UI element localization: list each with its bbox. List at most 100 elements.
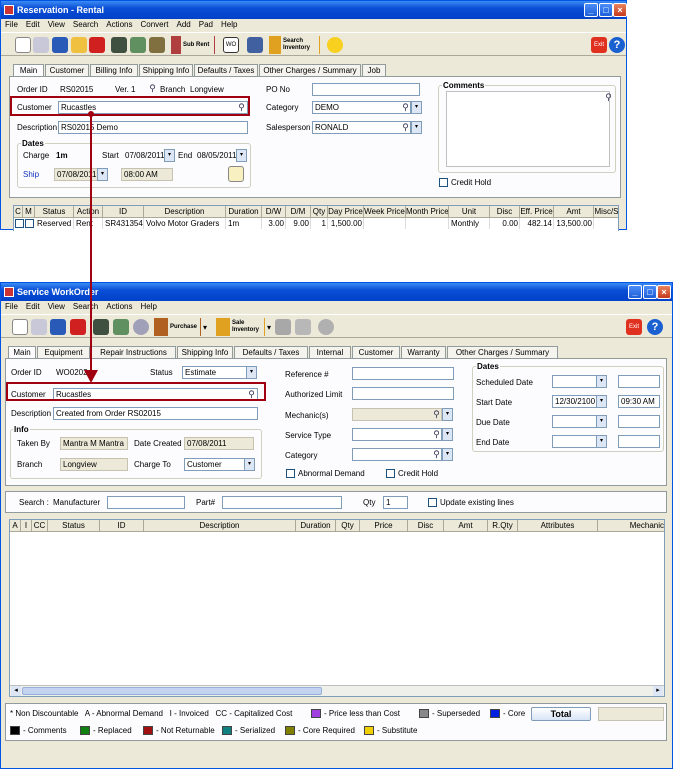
scheduled-date-dropdown[interactable]: ▾ xyxy=(596,375,607,388)
ship-time-field[interactable]: 08:00 AM xyxy=(121,168,173,181)
qty-field[interactable]: 1 xyxy=(383,496,408,509)
col-price[interactable]: Price xyxy=(360,520,408,532)
search-inventory-button[interactable]: Search Inventory xyxy=(268,36,320,54)
col-c[interactable]: C xyxy=(14,206,23,218)
comments-search-icon[interactable]: ⚲ xyxy=(603,92,614,103)
menu-pad[interactable]: Pad xyxy=(195,19,217,31)
col-unit[interactable]: Unit xyxy=(449,206,490,218)
menu-file[interactable]: File xyxy=(1,301,22,313)
equipment-icon[interactable] xyxy=(111,37,127,53)
menu-help[interactable]: Help xyxy=(136,301,160,313)
close-button[interactable]: × xyxy=(657,285,671,299)
purchase-button[interactable]: Purchase xyxy=(153,318,201,336)
category-field[interactable] xyxy=(352,448,442,461)
service-type-dropdown[interactable]: ▾ xyxy=(442,428,453,441)
tab-defaults-taxes[interactable]: Defaults / Taxes xyxy=(194,64,258,76)
category-dropdown[interactable]: ▾ xyxy=(442,448,453,461)
menu-edit[interactable]: Edit xyxy=(22,301,44,313)
update-existing-checkbox[interactable] xyxy=(428,498,437,507)
col-day-price[interactable]: Day Price xyxy=(328,206,364,218)
transfer-icon[interactable] xyxy=(247,37,263,53)
help-icon[interactable]: ? xyxy=(609,37,625,53)
category-field[interactable]: DEMO xyxy=(312,101,411,114)
due-time-field[interactable] xyxy=(618,415,660,428)
col-description[interactable]: Description xyxy=(144,520,296,532)
mechanic-field[interactable] xyxy=(352,408,442,421)
wo-icon[interactable]: WO xyxy=(223,37,239,53)
help-icon[interactable]: ? xyxy=(647,319,663,335)
due-date-dropdown[interactable]: ▾ xyxy=(596,415,607,428)
col-qty[interactable]: Qty xyxy=(336,520,360,532)
menu-edit[interactable]: Edit xyxy=(22,19,44,31)
col-i[interactable]: I xyxy=(21,520,32,532)
exit-icon[interactable]: Exit xyxy=(591,37,607,53)
scroll-left-button[interactable]: ◂ xyxy=(11,686,21,696)
col-amt[interactable]: Amt xyxy=(554,206,594,218)
col-attributes[interactable]: Attributes xyxy=(518,520,598,532)
new-icon[interactable] xyxy=(12,319,28,335)
menu-search[interactable]: Search xyxy=(69,19,102,31)
col-amt[interactable]: Amt xyxy=(444,520,488,532)
mechanic-dropdown[interactable]: ▾ xyxy=(442,408,453,421)
menu-file[interactable]: File xyxy=(1,19,22,31)
sale-dropdown-icon[interactable]: ▾ xyxy=(267,323,271,333)
credit-hold-checkbox[interactable] xyxy=(439,178,448,187)
tab-shipping-info[interactable]: Shipping Info xyxy=(177,346,233,358)
col-disc[interactable]: Disc xyxy=(490,206,520,218)
scheduled-time-field[interactable] xyxy=(618,375,660,388)
tab-customer[interactable]: Customer xyxy=(352,346,400,358)
description-field[interactable]: Created from Order RS02015 xyxy=(53,407,258,420)
tab-billing-info[interactable]: Billing Info xyxy=(90,64,138,76)
truck-icon[interactable] xyxy=(149,37,165,53)
menu-convert[interactable]: Convert xyxy=(136,19,172,31)
menu-view[interactable]: View xyxy=(44,19,69,31)
tab-other-charges[interactable]: Other Charges / Summary xyxy=(259,64,361,76)
reference-field[interactable] xyxy=(352,367,454,380)
abnormal-demand-checkbox[interactable] xyxy=(286,469,295,478)
search-icon[interactable]: ⚲ xyxy=(147,83,158,94)
due-date-field[interactable] xyxy=(552,415,597,428)
col-disc[interactable]: Disc xyxy=(408,520,444,532)
minimize-button[interactable]: _ xyxy=(628,285,642,299)
row-checkbox-c[interactable] xyxy=(15,219,24,228)
tab-job[interactable]: Job xyxy=(362,64,386,76)
mechanic-search-icon[interactable]: ⚲ xyxy=(431,409,442,420)
sub-rent-button[interactable]: Sub Rent xyxy=(170,36,215,54)
manufacturer-field[interactable] xyxy=(107,496,185,509)
print-icon[interactable] xyxy=(31,319,47,335)
col-cc[interactable]: CC xyxy=(32,520,48,532)
salesperson-search-icon[interactable]: ⚲ xyxy=(400,122,411,133)
scroll-right-button[interactable]: ▸ xyxy=(653,686,663,696)
menu-actions[interactable]: Actions xyxy=(102,19,136,31)
maximize-button[interactable]: □ xyxy=(599,3,613,17)
gear-icon[interactable] xyxy=(133,319,149,335)
ship-link[interactable]: Ship xyxy=(23,170,39,180)
tab-warranty[interactable]: Warranty xyxy=(401,346,446,358)
col-description[interactable]: Description xyxy=(144,206,226,218)
col-status[interactable]: Status xyxy=(48,520,100,532)
po-field[interactable] xyxy=(312,83,420,96)
table-row[interactable]: Reserved Rent SR431354 Volvo Motor Grade… xyxy=(14,218,618,230)
maximize-button[interactable]: □ xyxy=(643,285,657,299)
print-icon[interactable] xyxy=(33,37,49,53)
horizontal-scrollbar[interactable]: ◂ ▸ xyxy=(10,685,664,696)
sale-inventory-button[interactable]: Sale Inventory xyxy=(215,318,265,336)
col-eff-price[interactable]: Eff. Price xyxy=(520,206,554,218)
start-date-field[interactable]: 12/30/2100 xyxy=(552,395,597,408)
comments-field[interactable] xyxy=(446,91,610,167)
end-time-field[interactable] xyxy=(618,435,660,448)
col-a[interactable]: A xyxy=(10,520,21,532)
category-dropdown[interactable]: ▾ xyxy=(411,101,422,114)
calendar-icon[interactable] xyxy=(113,319,129,335)
menu-help[interactable]: Help xyxy=(217,19,241,31)
smiley-icon[interactable] xyxy=(327,37,343,53)
menu-view[interactable]: View xyxy=(44,301,69,313)
category-search-icon[interactable]: ⚲ xyxy=(431,449,442,460)
service-type-field[interactable] xyxy=(352,428,442,441)
status-select[interactable]: Estimate xyxy=(182,366,252,379)
tab-other-charges[interactable]: Other Charges / Summary xyxy=(447,346,558,358)
col-rqty[interactable]: R.Qty xyxy=(488,520,518,532)
col-mechanic[interactable]: Mechanic xyxy=(598,520,664,532)
menu-actions[interactable]: Actions xyxy=(102,301,136,313)
delete-icon[interactable] xyxy=(89,37,105,53)
